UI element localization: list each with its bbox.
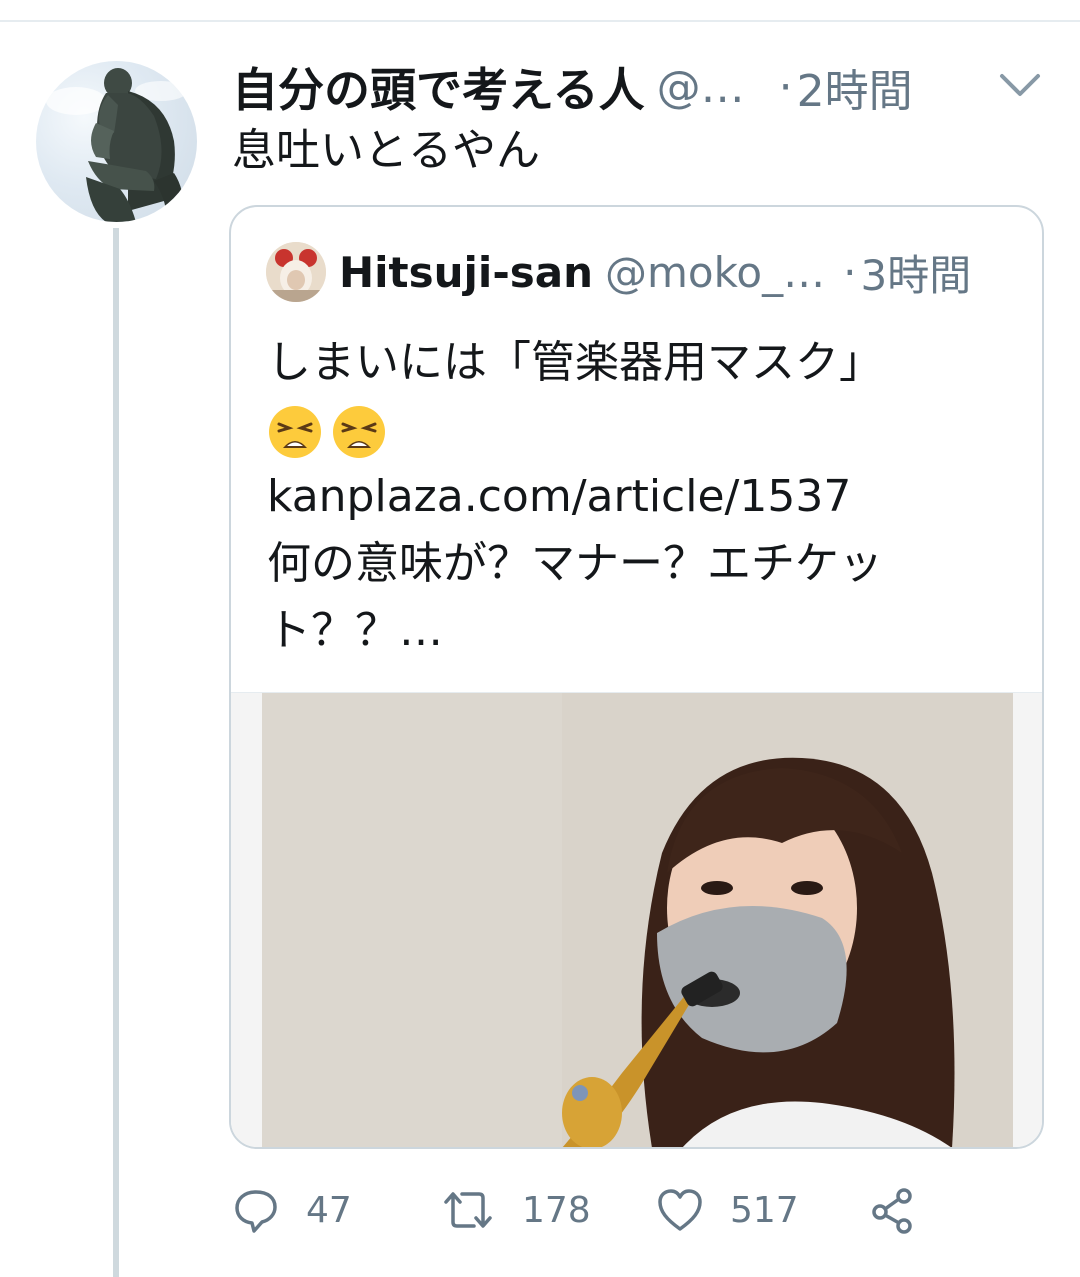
- reply-count: 47: [306, 1189, 352, 1231]
- reply-button[interactable]: 47: [232, 1180, 352, 1240]
- thread-line: [113, 228, 119, 1277]
- emoji-row: [267, 396, 1027, 463]
- quoted-text-line: ト？？…: [267, 605, 443, 656]
- quoted-handle[interactable]: @moko_…: [605, 248, 825, 297]
- like-count: 517: [730, 1189, 799, 1231]
- quoted-media[interactable]: [231, 692, 1042, 1147]
- timestamp[interactable]: 2時間: [797, 55, 913, 119]
- quoted-text: しまいには「管楽器用マスク」 kanplaza.com/article/1537…: [267, 329, 1027, 664]
- quoted-tweet-card[interactable]: Hitsuji-san @moko_… · 3時間 しまいには「管楽器用マスク」…: [229, 205, 1044, 1149]
- display-name[interactable]: 自分の頭で考える人: [232, 54, 645, 120]
- chevron-down-icon[interactable]: [996, 70, 1044, 100]
- weary-face-emoji: [333, 406, 385, 458]
- heart-icon: [658, 1189, 702, 1231]
- share-button[interactable]: [868, 1180, 916, 1240]
- quoted-header: Hitsuji-san @moko_… · 3時間: [339, 239, 971, 305]
- weary-face-emoji: [269, 406, 321, 458]
- retweet-count: 178: [522, 1189, 591, 1231]
- quoted-display-name[interactable]: Hitsuji-san: [339, 248, 593, 297]
- quoted-timestamp[interactable]: 3時間: [861, 242, 972, 303]
- share-icon: [872, 1188, 912, 1234]
- action-bar: 47 178 517: [232, 1180, 952, 1240]
- tweet-text: 息吐いとるやん: [232, 125, 540, 176]
- quoted-link[interactable]: kanplaza.com/article/1537: [267, 463, 1027, 530]
- retweet-icon: [444, 1192, 492, 1228]
- handle[interactable]: @…: [657, 62, 745, 113]
- quoted-text-line: 何の意味が？マナー？エチケッ: [267, 538, 883, 589]
- reply-icon: [235, 1190, 277, 1233]
- avatar[interactable]: [36, 61, 197, 222]
- hitsuji-avatar-icon: [266, 242, 326, 302]
- thinker-statue-icon: [46, 68, 187, 222]
- tweet-header: 自分の頭で考える人 @… · 2時間: [232, 54, 1062, 120]
- quoted-avatar[interactable]: [266, 242, 326, 302]
- like-button[interactable]: 517: [656, 1180, 799, 1240]
- woman-with-mask-saxophone-photo[interactable]: [262, 693, 1013, 1147]
- quoted-separator-dot: ·: [843, 247, 857, 297]
- top-divider: [0, 0, 1080, 22]
- retweet-button[interactable]: 178: [440, 1180, 591, 1240]
- photo-illustration: [262, 693, 1013, 1147]
- separator-dot: ·: [778, 61, 793, 113]
- quoted-text-line: しまいには「管楽器用マスク」: [267, 337, 883, 388]
